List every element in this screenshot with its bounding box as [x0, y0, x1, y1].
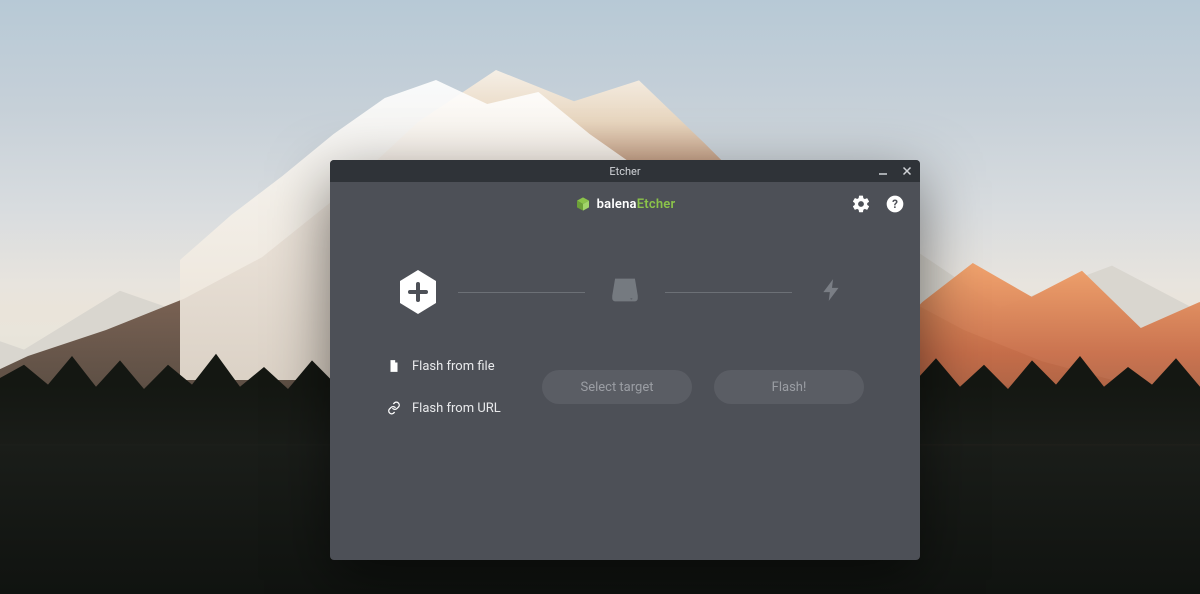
- step-flash: [806, 266, 858, 318]
- step-indicator: [386, 266, 864, 318]
- connector-1: [458, 292, 585, 293]
- connector-2: [665, 292, 792, 293]
- source-options: Flash from file Flash from URL: [386, 354, 524, 420]
- etcher-window: Etcher balenaEtcher: [330, 160, 920, 560]
- select-target-button[interactable]: Select target: [542, 370, 692, 404]
- flash-button[interactable]: Flash!: [714, 370, 864, 404]
- minimize-icon: [878, 166, 888, 176]
- window-controls: [876, 160, 914, 182]
- flash-from-file-button[interactable]: Flash from file: [386, 354, 524, 378]
- window-titlebar: Etcher: [330, 160, 920, 182]
- brand-logo: balenaEtcher: [575, 196, 676, 212]
- brand-text-2: Etcher: [637, 197, 676, 212]
- flash-from-file-label: Flash from file: [412, 359, 495, 374]
- header-right-icons: ?: [850, 182, 906, 226]
- window-title: Etcher: [609, 165, 640, 178]
- main-content: Flash from file Flash from URL Select ta…: [330, 226, 920, 560]
- select-target-label: Select target: [580, 380, 653, 395]
- settings-button[interactable]: [850, 193, 872, 215]
- close-button[interactable]: [900, 164, 914, 178]
- pill-buttons: Select target Flash!: [542, 370, 864, 404]
- actions-row: Flash from file Flash from URL Select ta…: [386, 354, 864, 420]
- link-icon: [386, 400, 402, 416]
- flash-from-url-label: Flash from URL: [412, 401, 501, 416]
- bolt-icon: [819, 272, 845, 312]
- step-source: [392, 266, 444, 318]
- brand-text-1: balena: [597, 197, 637, 212]
- minimize-button[interactable]: [876, 164, 890, 178]
- plus-hex-icon: [398, 269, 438, 315]
- flash-from-url-button[interactable]: Flash from URL: [386, 396, 524, 420]
- help-button[interactable]: ?: [884, 193, 906, 215]
- desktop-background: Etcher balenaEtcher: [0, 0, 1200, 594]
- brand-bar: balenaEtcher ?: [330, 182, 920, 226]
- question-icon: ?: [885, 194, 905, 214]
- gear-icon: [851, 194, 871, 214]
- drive-icon: [608, 273, 642, 311]
- svg-text:?: ?: [892, 197, 898, 211]
- flash-label: Flash!: [772, 380, 807, 395]
- cube-icon: [575, 196, 591, 212]
- step-target: [599, 266, 651, 318]
- close-icon: [902, 166, 912, 176]
- file-icon: [386, 358, 402, 374]
